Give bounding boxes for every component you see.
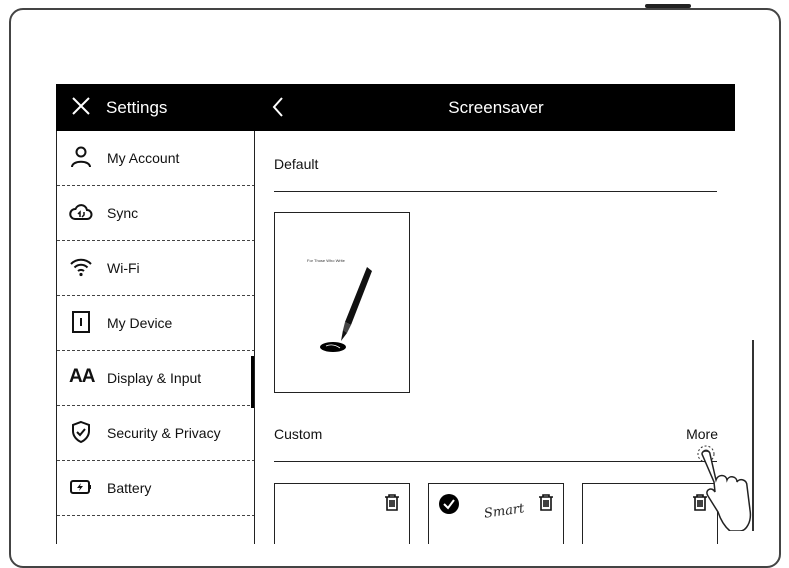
sidebar-item-sync[interactable]: Sync bbox=[57, 186, 255, 241]
sidebar-item-label: Security & Privacy bbox=[107, 425, 221, 441]
handwriting-preview: Smart bbox=[483, 501, 526, 522]
battery-icon bbox=[69, 475, 93, 499]
screensaver-content: Default For Those Who Write Custom More bbox=[255, 131, 735, 544]
font-size-icon: AA bbox=[69, 366, 95, 387]
custom-screensaver-thumbnail[interactable] bbox=[274, 483, 410, 544]
page-title: Screensaver bbox=[448, 98, 544, 117]
sidebar-item-label: Display & Input bbox=[107, 370, 202, 386]
shield-icon bbox=[69, 420, 93, 444]
default-screensaver-thumbnail[interactable]: For Those Who Write bbox=[274, 212, 410, 393]
settings-title: Settings bbox=[106, 98, 168, 117]
settings-screen: Settings Screensaver My Account Sync Wi-… bbox=[56, 84, 735, 544]
sidebar-item-security-privacy[interactable]: Security & Privacy bbox=[57, 406, 255, 461]
settings-sidebar: My Account Sync Wi-Fi My Device AA Displ… bbox=[56, 131, 255, 544]
hand-pointer-icon bbox=[697, 445, 752, 531]
section-divider bbox=[274, 191, 717, 192]
custom-screensaver-thumbnail-selected[interactable]: Smart bbox=[428, 483, 564, 544]
sidebar-item-label: My Device bbox=[107, 315, 173, 331]
sidebar-item-my-account[interactable]: My Account bbox=[57, 131, 255, 186]
active-item-indicator bbox=[251, 356, 254, 408]
power-button bbox=[645, 4, 691, 8]
sidebar-item-battery[interactable]: Battery bbox=[57, 461, 255, 516]
account-icon bbox=[69, 145, 93, 169]
back-icon[interactable] bbox=[270, 95, 286, 119]
wifi-icon bbox=[69, 255, 93, 279]
custom-section-title: Custom bbox=[274, 426, 323, 442]
close-icon[interactable] bbox=[70, 95, 92, 117]
trash-icon[interactable] bbox=[383, 493, 401, 511]
default-section-title: Default bbox=[274, 156, 319, 172]
section-divider bbox=[274, 461, 717, 462]
selected-check-icon bbox=[439, 494, 459, 514]
sidebar-item-my-device[interactable]: My Device bbox=[57, 296, 255, 351]
device-icon bbox=[69, 310, 93, 334]
sidebar-item-label: Sync bbox=[107, 205, 139, 221]
sidebar-item-label: Wi-Fi bbox=[107, 260, 140, 276]
top-bar: Settings Screensaver bbox=[56, 84, 735, 131]
sidebar-item-label: Battery bbox=[107, 480, 152, 496]
cloud-sync-icon bbox=[69, 200, 93, 224]
sidebar-item-label: My Account bbox=[107, 150, 180, 166]
sidebar-item-display-input[interactable]: AA Display & Input bbox=[57, 351, 255, 406]
trash-icon[interactable] bbox=[537, 493, 555, 511]
sidebar-item-wifi[interactable]: Wi-Fi bbox=[57, 241, 255, 296]
fountain-pen-icon bbox=[320, 267, 372, 352]
